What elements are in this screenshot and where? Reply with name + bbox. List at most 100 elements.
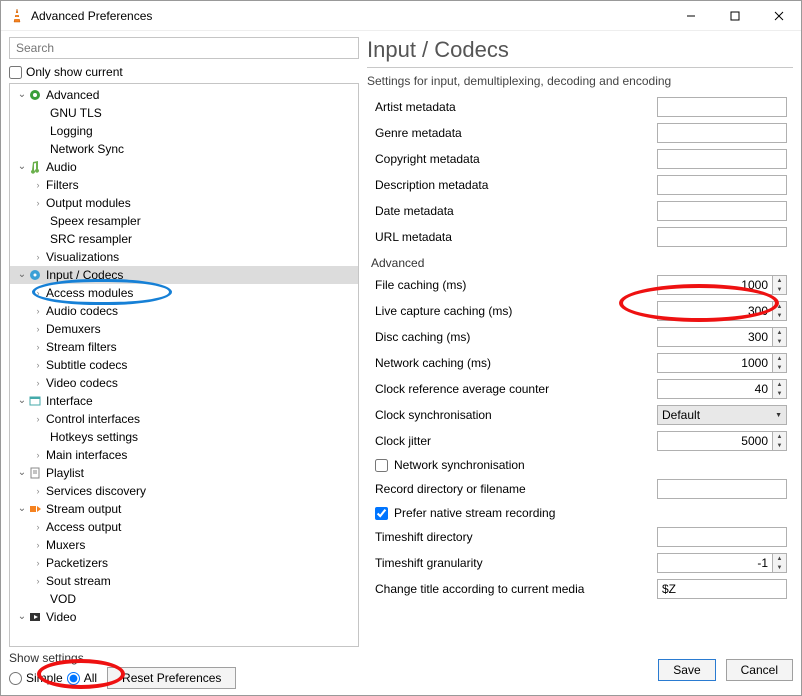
check-network-sync[interactable]: [375, 459, 388, 472]
input-artist[interactable]: [657, 97, 787, 117]
label-disc-caching: Disc caching (ms): [367, 330, 657, 344]
spin-up-icon[interactable]: ▲: [773, 432, 786, 441]
check-prefer-native[interactable]: [375, 507, 388, 520]
label-timeshift-dir: Timeshift directory: [367, 530, 657, 544]
chevron-right-icon: ›: [32, 320, 44, 338]
spin-up-icon[interactable]: ▲: [773, 302, 786, 311]
input-copyright[interactable]: [657, 149, 787, 169]
tree-item-src[interactable]: SRC resampler: [10, 230, 358, 248]
input-timeshift-dir[interactable]: [657, 527, 787, 547]
spin-live-caching[interactable]: 300▲▼: [657, 301, 787, 321]
tree-item-sout-stream[interactable]: ›Sout stream: [10, 572, 358, 590]
chevron-right-icon: ›: [32, 356, 44, 374]
tree-item-interface[interactable]: ⌄Interface: [10, 392, 358, 410]
only-show-current-checkbox[interactable]: [9, 66, 22, 79]
spin-up-icon[interactable]: ▲: [773, 328, 786, 337]
spin-up-icon[interactable]: ▲: [773, 276, 786, 285]
chevron-right-icon: ›: [32, 194, 44, 212]
tree-item-playlist[interactable]: ⌄Playlist: [10, 464, 358, 482]
input-url[interactable]: [657, 227, 787, 247]
tree-item-video-codecs[interactable]: ›Video codecs: [10, 374, 358, 392]
tree-item-network-sync[interactable]: Network Sync: [10, 140, 358, 158]
tree-item-logging[interactable]: Logging: [10, 122, 358, 140]
spin-up-icon[interactable]: ▲: [773, 380, 786, 389]
radio-simple[interactable]: Simple: [9, 671, 63, 685]
spin-down-icon[interactable]: ▼: [773, 563, 786, 572]
titlebar: Advanced Preferences: [1, 1, 801, 31]
radio-all[interactable]: All: [67, 671, 97, 685]
label-network-sync-chk: Network synchronisation: [394, 458, 525, 472]
chevron-down-icon: ⌄: [16, 608, 28, 626]
show-settings-label: Show settings: [9, 651, 236, 665]
tree-item-muxers[interactable]: ›Muxers: [10, 536, 358, 554]
close-button[interactable]: [757, 1, 801, 31]
disc-icon: [28, 268, 42, 282]
chevron-down-icon: ▼: [775, 412, 782, 419]
chevron-right-icon: ›: [32, 338, 44, 356]
cancel-button[interactable]: Cancel: [726, 659, 793, 681]
settings-form[interactable]: Artist metadata Genre metadata Copyright…: [367, 94, 793, 647]
music-note-icon: [28, 160, 42, 174]
tree-item-services-discovery[interactable]: ›Services discovery: [10, 482, 358, 500]
input-genre[interactable]: [657, 123, 787, 143]
tree-item-advanced[interactable]: ⌄Advanced: [10, 86, 358, 104]
tree-item-demuxers[interactable]: ›Demuxers: [10, 320, 358, 338]
reset-preferences-button[interactable]: Reset Preferences: [107, 667, 236, 689]
chevron-down-icon: ⌄: [16, 500, 28, 518]
tree-item-output-modules[interactable]: ›Output modules: [10, 194, 358, 212]
spin-clock-jitter[interactable]: 5000▲▼: [657, 431, 787, 451]
spin-down-icon[interactable]: ▼: [773, 337, 786, 346]
tree-item-hotkeys[interactable]: Hotkeys settings: [10, 428, 358, 446]
chevron-right-icon: ›: [32, 518, 44, 536]
tree-item-vod[interactable]: VOD: [10, 590, 358, 608]
minimize-button[interactable]: [669, 1, 713, 31]
input-record-dir[interactable]: [657, 479, 787, 499]
left-column: Only show current ⌄Advanced GNU TLS Logg…: [9, 37, 359, 647]
tree-item-gnu-tls[interactable]: GNU TLS: [10, 104, 358, 122]
input-date[interactable]: [657, 201, 787, 221]
select-clock-sync[interactable]: Default▼: [657, 405, 787, 425]
spin-clock-ref[interactable]: 40▲▼: [657, 379, 787, 399]
chevron-right-icon: ›: [32, 446, 44, 464]
spin-down-icon[interactable]: ▼: [773, 389, 786, 398]
window-title: Advanced Preferences: [31, 9, 152, 23]
tree-item-input-codecs[interactable]: ⌄Input / Codecs: [10, 266, 358, 284]
tree-item-packetizers[interactable]: ›Packetizers: [10, 554, 358, 572]
chevron-right-icon: ›: [32, 554, 44, 572]
tree-item-visualizations[interactable]: ›Visualizations: [10, 248, 358, 266]
tree-item-control-interfaces[interactable]: ›Control interfaces: [10, 410, 358, 428]
spin-timeshift-gran[interactable]: -1▲▼: [657, 553, 787, 573]
panel-heading: Input / Codecs: [367, 37, 793, 68]
input-change-title[interactable]: $Z: [657, 579, 787, 599]
label-file-caching: File caching (ms): [367, 278, 657, 292]
tree-item-subtitle-codecs[interactable]: ›Subtitle codecs: [10, 356, 358, 374]
input-description[interactable]: [657, 175, 787, 195]
tree-item-main-interfaces[interactable]: ›Main interfaces: [10, 446, 358, 464]
save-button[interactable]: Save: [658, 659, 715, 681]
label-date: Date metadata: [367, 204, 657, 218]
tree-item-stream-output[interactable]: ⌄Stream output: [10, 500, 358, 518]
spin-down-icon[interactable]: ▼: [773, 285, 786, 294]
preferences-tree[interactable]: ⌄Advanced GNU TLS Logging Network Sync ⌄…: [9, 83, 359, 647]
spin-down-icon[interactable]: ▼: [773, 441, 786, 450]
spin-network-caching[interactable]: 1000▲▼: [657, 353, 787, 373]
tree-item-filters[interactable]: ›Filters: [10, 176, 358, 194]
spin-up-icon[interactable]: ▲: [773, 354, 786, 363]
tree-item-audio[interactable]: ⌄Audio: [10, 158, 358, 176]
spin-disc-caching[interactable]: 300▲▼: [657, 327, 787, 347]
tree-item-audio-codecs[interactable]: ›Audio codecs: [10, 302, 358, 320]
video-icon: [28, 610, 42, 624]
label-copyright: Copyright metadata: [367, 152, 657, 166]
chevron-right-icon: ›: [32, 374, 44, 392]
spin-down-icon[interactable]: ▼: [773, 363, 786, 372]
spin-down-icon[interactable]: ▼: [773, 311, 786, 320]
maximize-button[interactable]: [713, 1, 757, 31]
tree-item-video[interactable]: ⌄Video: [10, 608, 358, 626]
tree-item-speex[interactable]: Speex resampler: [10, 212, 358, 230]
tree-item-stream-filters[interactable]: ›Stream filters: [10, 338, 358, 356]
spin-up-icon[interactable]: ▲: [773, 554, 786, 563]
search-input[interactable]: [9, 37, 359, 59]
tree-item-access-modules[interactable]: ›Access modules: [10, 284, 358, 302]
tree-item-access-output[interactable]: ›Access output: [10, 518, 358, 536]
spin-file-caching[interactable]: 1000▲▼: [657, 275, 787, 295]
